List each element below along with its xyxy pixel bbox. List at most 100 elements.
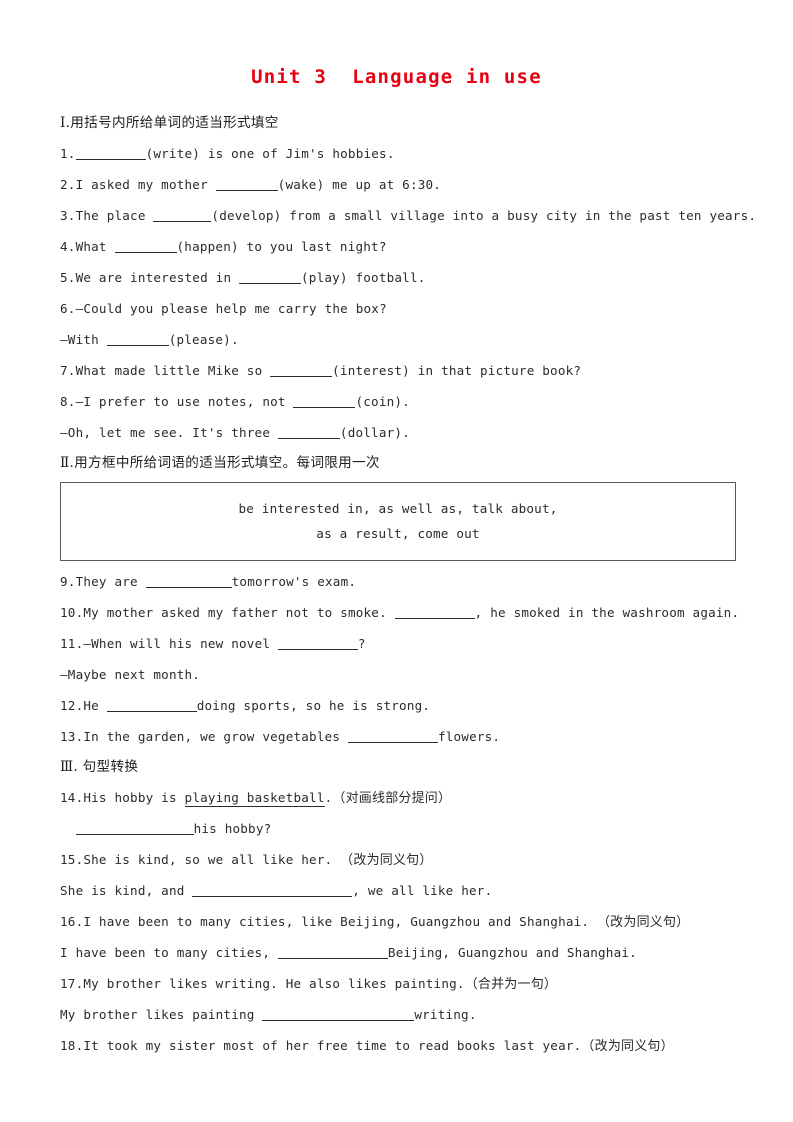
- question-item-4: 4.What (happen) to you last night?: [60, 231, 736, 262]
- item-text-post: ?: [357, 636, 366, 651]
- question-item-12: 12.He doing sports, so he is strong.: [60, 690, 736, 721]
- item-text-pre: My brother likes writing. He also likes …: [83, 976, 465, 991]
- item-text-pre: We are interested in: [75, 270, 240, 285]
- item-number: 13.: [60, 729, 84, 744]
- answer-blank[interactable]: [114, 239, 177, 253]
- item-text-post: tomorrow's exam.: [231, 574, 357, 589]
- answer-blank[interactable]: [270, 363, 333, 377]
- question-item-11-response: —Maybe next month.: [60, 659, 736, 690]
- item-number: 12.: [60, 698, 84, 713]
- question-item-15-answer: She is kind, and , we all like her.: [60, 875, 736, 906]
- answer-blank[interactable]: [239, 270, 302, 284]
- answer-blank[interactable]: [277, 945, 388, 959]
- question-item-18: 18.It took my sister most of her free ti…: [60, 1030, 736, 1061]
- underlined-phrase: playing basketball: [184, 790, 325, 807]
- question-item-9: 9.They are tomorrow's exam.: [60, 566, 736, 597]
- answer-blank[interactable]: [106, 332, 169, 346]
- question-item-15: 15.She is kind, so we all like her. （改为同…: [60, 844, 736, 875]
- item-text-pre: —I prefer to use notes, not: [75, 394, 294, 409]
- item-text-pre: She is kind, so we all like her.: [83, 852, 341, 867]
- question-item-16: 16.I have been to many cities, like Beij…: [60, 906, 736, 937]
- item-number: 18.: [60, 1038, 84, 1053]
- question-item-17-answer: My brother likes painting writing.: [60, 999, 736, 1030]
- item-instruction-cn: （合并为一句）: [464, 977, 558, 992]
- item-instruction-cn: （对画线部分提问）: [332, 791, 452, 806]
- item-number: 7.: [60, 363, 76, 378]
- question-item-8: 8.—I prefer to use notes, not (coin).: [60, 386, 736, 417]
- item-text-post: (write) is one of Jim's hobbies.: [145, 146, 395, 161]
- answer-blank[interactable]: [394, 605, 475, 619]
- worksheet-content: Ⅰ.用括号内所给单词的适当形式填空 1. (write) is one of Ji…: [60, 108, 756, 1061]
- answer-blank[interactable]: [192, 883, 353, 897]
- section-heading-1: Ⅰ.用括号内所给单词的适当形式填空: [60, 115, 279, 131]
- question-item-6-response: —With (please).: [60, 324, 736, 355]
- question-item-14-answer: his hobby?: [60, 813, 736, 844]
- word-bank-box: be interested in, as well as, talk about…: [60, 482, 736, 561]
- item-number: 17.: [60, 976, 84, 991]
- item-text-post: doing sports, so he is strong.: [196, 698, 431, 713]
- answer-blank[interactable]: [75, 821, 194, 835]
- item-text-pre: I have been to many cities,: [60, 945, 278, 960]
- item-text-post: Beijing, Guangzhou and Shanghai.: [387, 945, 637, 960]
- answer-blank[interactable]: [75, 146, 146, 160]
- item-number: 6.: [60, 301, 76, 316]
- item-number: 14.: [60, 790, 84, 805]
- answer-blank[interactable]: [215, 177, 278, 191]
- question-item-14: 14.His hobby is playing basketball.（对画线部…: [60, 782, 736, 813]
- word-bank-line-2: as a result, come out: [316, 526, 480, 541]
- item-number: 4.: [60, 239, 76, 254]
- word-bank-line-1: be interested in, as well as, talk about…: [238, 501, 558, 516]
- item-text-pre: —Could you please help me carry the box?: [75, 301, 387, 316]
- answer-blank[interactable]: [153, 208, 212, 222]
- question-item-8-response: —Oh, let me see. It's three (dollar).: [60, 417, 736, 448]
- item-text-pre: They are: [75, 574, 146, 589]
- answer-blank[interactable]: [293, 394, 356, 408]
- item-text-pre: She is kind, and: [60, 883, 193, 898]
- question-item-17: 17.My brother likes writing. He also lik…: [60, 968, 736, 999]
- item-text-pre: I asked my mother: [75, 177, 216, 192]
- answer-blank[interactable]: [145, 574, 232, 588]
- item-text-pre: —Oh, let me see. It's three: [60, 425, 278, 440]
- item-text-pre: It took my sister most of her free time …: [83, 1038, 582, 1053]
- answer-blank[interactable]: [262, 1007, 415, 1021]
- question-item-1: 1. (write) is one of Jim's hobbies.: [60, 138, 736, 169]
- item-text-pre: My brother likes painting: [60, 1007, 263, 1022]
- section-heading-3: Ⅲ. 句型转换: [60, 759, 139, 775]
- item-text-pre: —Maybe next month.: [60, 667, 201, 682]
- answer-blank[interactable]: [106, 698, 197, 712]
- item-text-pre: —With: [60, 332, 107, 347]
- item-text-post: (please).: [168, 332, 239, 347]
- answer-blank[interactable]: [347, 729, 438, 743]
- item-number: 15.: [60, 852, 84, 867]
- item-text-post: (wake) me up at 6:30.: [277, 177, 442, 192]
- answer-blank[interactable]: [277, 425, 340, 439]
- item-text-post: (develop) from a small village into a bu…: [211, 208, 757, 223]
- item-text-post: flowers.: [437, 729, 501, 744]
- question-item-7: 7.What made little Mike so (interest) in…: [60, 355, 736, 386]
- item-text-post: his hobby?: [193, 821, 272, 836]
- answer-blank[interactable]: [277, 636, 358, 650]
- item-number: 1.: [60, 146, 76, 161]
- item-number: 9.: [60, 574, 76, 589]
- question-item-13: 13.In the garden, we grow vegetables flo…: [60, 721, 736, 752]
- section-heading-2: Ⅱ.用方框中所给词语的适当形式填空。每词限用一次: [60, 455, 380, 471]
- item-text-post: (coin).: [355, 394, 410, 409]
- item-text-pre: His hobby is: [83, 790, 185, 805]
- question-item-3: 3.The place (develop) from a small villa…: [60, 200, 756, 231]
- page-title: Unit 3 Language in use: [251, 66, 542, 88]
- item-instruction-cn: （改为同义句）: [596, 915, 690, 930]
- item-number: 3.: [60, 208, 76, 223]
- item-instruction-cn: （改为同义句）: [340, 853, 433, 868]
- item-text-post: writing.: [414, 1007, 477, 1022]
- item-number: 2.: [60, 177, 76, 192]
- question-item-11: 11.—When will his new novel ?: [60, 628, 736, 659]
- item-text-post: , we all like her.: [352, 883, 493, 898]
- item-text-pre: —When will his new novel: [83, 636, 278, 651]
- item-text-pre: My mother asked my father not to smoke.: [83, 605, 395, 620]
- item-number: 8.: [60, 394, 76, 409]
- item-text-pre: In the garden, we grow vegetables: [83, 729, 348, 744]
- item-text-pre: What: [75, 239, 115, 254]
- item-number: 11.: [60, 636, 84, 651]
- item-text-pre: The place: [75, 208, 154, 223]
- worksheet-page: Unit 3 Language in use Ⅰ.用括号内所给单词的适当形式填空…: [0, 0, 793, 1122]
